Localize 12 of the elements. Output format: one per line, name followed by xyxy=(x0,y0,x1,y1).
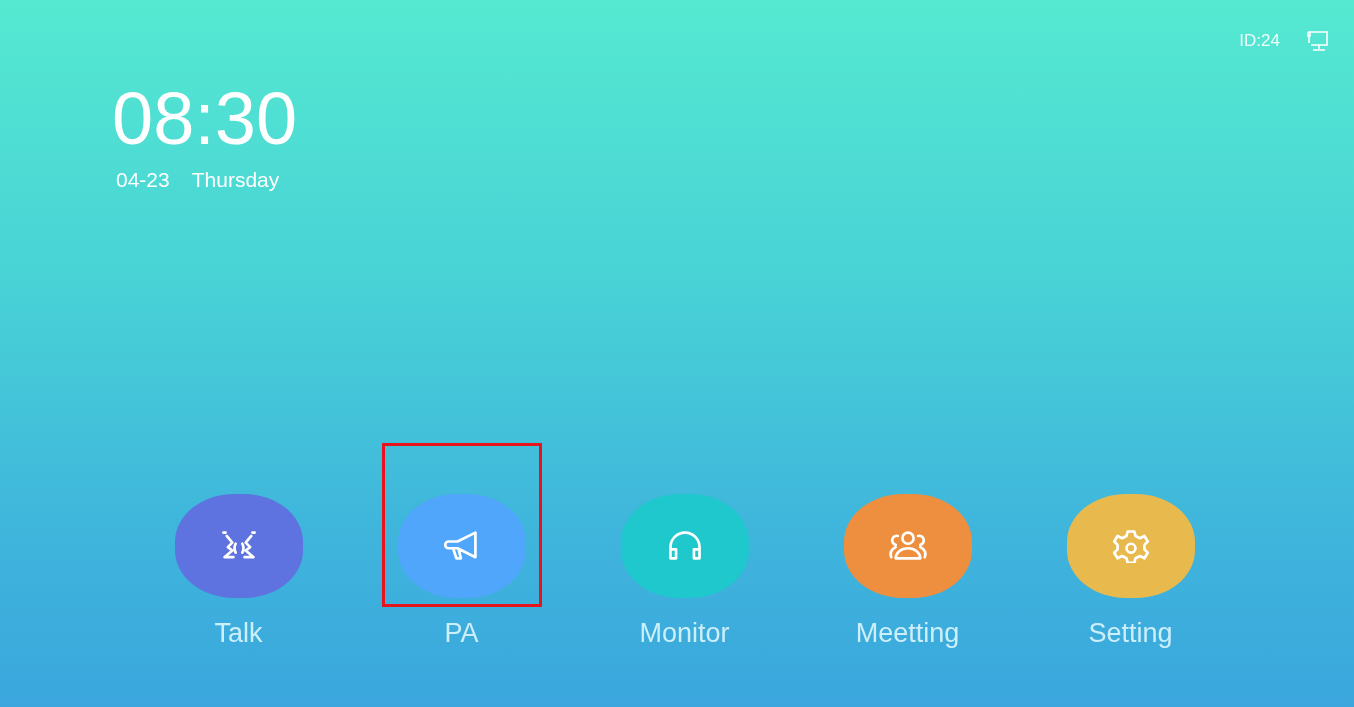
monitor-icon xyxy=(1304,29,1330,52)
device-id: ID:24 xyxy=(1239,30,1280,52)
app-label: Setting xyxy=(1088,617,1173,650)
app-label: Meetting xyxy=(855,617,960,650)
clock-date: 04-23 xyxy=(116,166,170,193)
app-label: Monitor xyxy=(639,617,730,650)
settings-icon xyxy=(1111,529,1150,563)
people-group-icon xyxy=(888,529,927,563)
app-label: PA xyxy=(444,617,479,650)
clock-weekday: Thursday xyxy=(191,166,280,193)
app-label: Talk xyxy=(214,617,263,650)
clock-time: 08:30 xyxy=(112,81,299,156)
